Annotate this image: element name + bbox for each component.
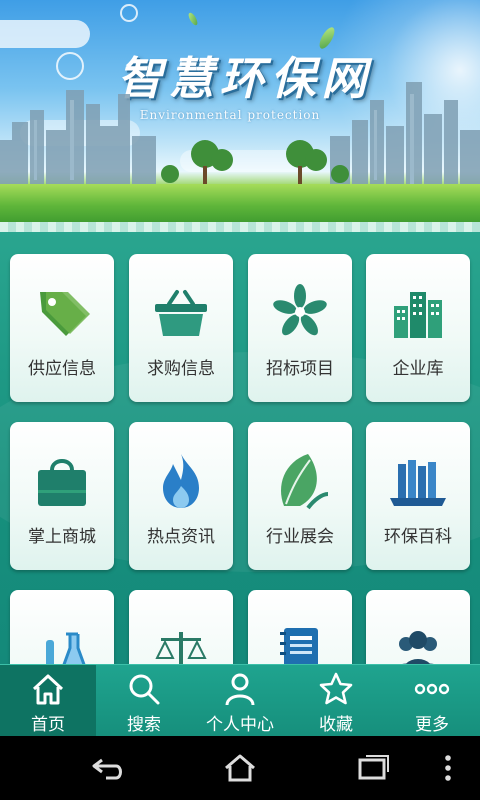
- buildings-icon: [394, 292, 442, 338]
- search-icon: [129, 674, 160, 705]
- tab-label: 搜索: [127, 715, 161, 735]
- leaf-icon: [186, 11, 200, 27]
- people-icon: [399, 631, 437, 664]
- tab-label: 更多: [415, 715, 449, 735]
- grid-item-lab[interactable]: [10, 590, 114, 664]
- user-icon: [225, 673, 255, 706]
- grid-item-notebook[interactable]: [248, 590, 352, 664]
- grid-item-label: 行业展会: [266, 527, 334, 547]
- scales-icon: [155, 632, 207, 664]
- overflow-menu-icon[interactable]: [436, 750, 460, 786]
- price-tag-icon: [40, 292, 90, 336]
- tab-search[interactable]: 搜索: [96, 665, 192, 737]
- tab-label: 收藏: [319, 715, 353, 735]
- home-nav-icon[interactable]: [220, 750, 260, 786]
- grid-item-bidding[interactable]: 招标项目: [248, 254, 352, 402]
- tab-label: 个人中心: [206, 715, 274, 735]
- flower-icon: [273, 284, 327, 336]
- bubble: [120, 4, 138, 22]
- grid-item-mall[interactable]: 掌上商城: [10, 422, 114, 570]
- star-icon: [319, 672, 353, 705]
- home-icon: [32, 674, 64, 705]
- tab-favorites[interactable]: 收藏: [288, 665, 384, 737]
- tab-home[interactable]: 首页: [0, 665, 96, 737]
- leaf-icon: [281, 454, 329, 510]
- city-skyline: [0, 82, 480, 190]
- bottom-tab-bar: 首页 搜索 个人中心 收藏 更多: [0, 664, 480, 737]
- grid-item-label: 企业库: [392, 359, 444, 379]
- recent-apps-icon[interactable]: [354, 750, 394, 786]
- tab-profile[interactable]: 个人中心: [192, 665, 288, 737]
- grid-item-label: 环保百科: [384, 527, 452, 547]
- grid-item-exhibition[interactable]: 行业展会: [248, 422, 352, 570]
- system-navigation-bar: [0, 736, 480, 800]
- grid-item-label: 求购信息: [147, 359, 215, 379]
- grid-item-label: 热点资讯: [147, 527, 215, 547]
- grid-item-people[interactable]: [366, 590, 470, 664]
- grid-item-purchase[interactable]: 求购信息: [129, 254, 233, 402]
- grid-item-news[interactable]: 热点资讯: [129, 422, 233, 570]
- wave-border: [0, 222, 480, 232]
- grid-item-enterprise[interactable]: 企业库: [366, 254, 470, 402]
- shopping-basket-icon: [155, 290, 207, 336]
- cloud: [0, 20, 90, 48]
- flame-icon: [163, 454, 199, 508]
- grid-item-encyclopedia[interactable]: 环保百科: [366, 422, 470, 570]
- notebook-icon: [280, 628, 318, 664]
- back-icon[interactable]: [88, 750, 128, 786]
- grid-item-label: 掌上商城: [28, 527, 96, 547]
- books-icon: [390, 460, 446, 506]
- grid-item-supply[interactable]: 供应信息: [10, 254, 114, 402]
- grid-item-label: 供应信息: [28, 359, 96, 379]
- lab-flask-icon: [46, 632, 86, 664]
- header-banner: 智慧环保网 Environmental protection: [0, 0, 480, 232]
- more-dots-icon: [414, 683, 450, 695]
- shopping-bag-icon: [38, 459, 86, 506]
- grass-field: [0, 184, 480, 232]
- grid-item-law[interactable]: [129, 590, 233, 664]
- grid-item-label: 招标项目: [266, 359, 334, 379]
- category-grid: 供应信息 求购信息 招标项目 企业库 掌上商城 热点资讯 行业展会 环保百科: [0, 232, 480, 664]
- tab-more[interactable]: 更多: [384, 665, 480, 737]
- tab-label: 首页: [31, 715, 65, 735]
